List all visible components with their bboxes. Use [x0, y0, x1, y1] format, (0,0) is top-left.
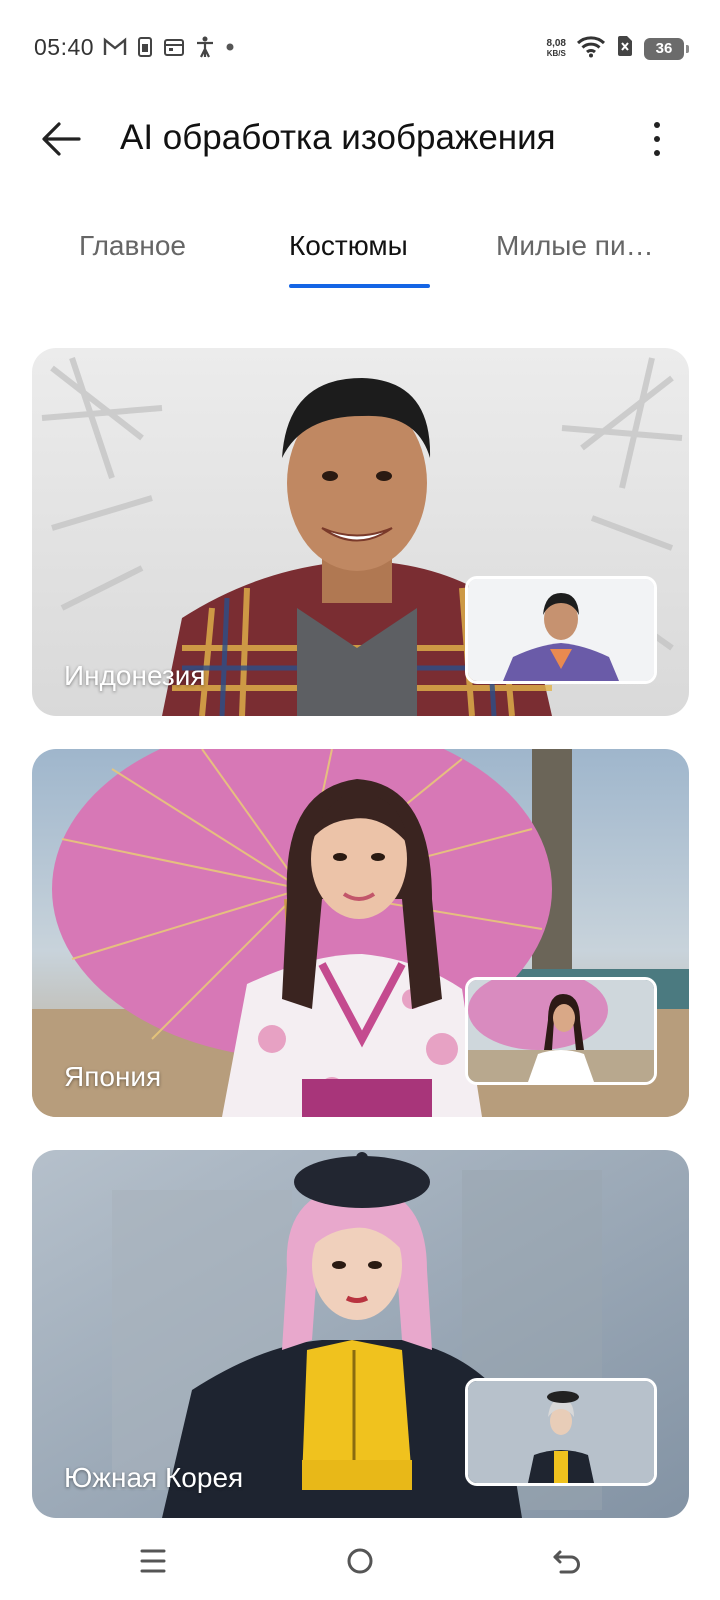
home-button[interactable]: [335, 1538, 385, 1588]
back-icon: [552, 1547, 582, 1580]
home-icon: [345, 1546, 375, 1581]
japan-original-thumbnail: [465, 977, 657, 1085]
tab-main[interactable]: Главное: [79, 230, 186, 262]
net-speed-unit: KB/S: [546, 48, 566, 58]
costume-card-japan[interactable]: Япония: [32, 749, 689, 1117]
battery-icon: 36: [644, 37, 689, 60]
status-bar: 05:40 8,08 KB/S 36: [0, 0, 720, 96]
accessibility-icon: [195, 36, 215, 63]
menu-icon: [139, 1548, 167, 1579]
page-title: AI обработка изображения: [120, 118, 556, 157]
indonesia-original-thumbnail: [465, 576, 657, 684]
status-icons-right: 8,08 KB/S 36: [546, 34, 689, 63]
arrow-left-icon: [39, 121, 83, 162]
category-tabs: Главное Костюмы Милые пи…: [0, 222, 720, 292]
wifi-icon: [576, 34, 606, 63]
tab-cute-pets[interactable]: Милые пи…: [496, 230, 654, 262]
system-nav-bar: [0, 1530, 720, 1600]
app-header: AI обработка изображения: [0, 96, 720, 182]
recents-button[interactable]: [128, 1538, 178, 1588]
costume-card-south-korea[interactable]: Южная Корея: [32, 1150, 689, 1518]
no-sim-icon: [616, 35, 634, 62]
card-label-south-korea: Южная Корея: [64, 1462, 244, 1493]
tab-costumes[interactable]: Костюмы: [289, 230, 408, 262]
status-time: 05:40: [34, 34, 95, 60]
costume-card-indonesia[interactable]: Индонезия: [32, 348, 689, 716]
more-options-button[interactable]: [642, 114, 672, 164]
gmail-icon: [103, 37, 127, 62]
dot-icon: [225, 37, 235, 62]
back-button[interactable]: [36, 116, 86, 166]
sim-card-icon: [137, 37, 153, 62]
card-label-japan: Япония: [64, 1061, 162, 1092]
more-vertical-icon: [654, 122, 660, 156]
south-korea-original-thumbnail: [465, 1378, 657, 1486]
net-speed-value: 8,08: [546, 37, 566, 49]
calendar-icon: [163, 37, 185, 62]
status-icons-left: [103, 36, 235, 63]
system-back-button[interactable]: [542, 1538, 592, 1588]
net-speed: 8,08 KB/S: [546, 37, 566, 59]
active-tab-indicator: [289, 284, 430, 288]
card-label-indonesia: Индонезия: [64, 660, 206, 691]
